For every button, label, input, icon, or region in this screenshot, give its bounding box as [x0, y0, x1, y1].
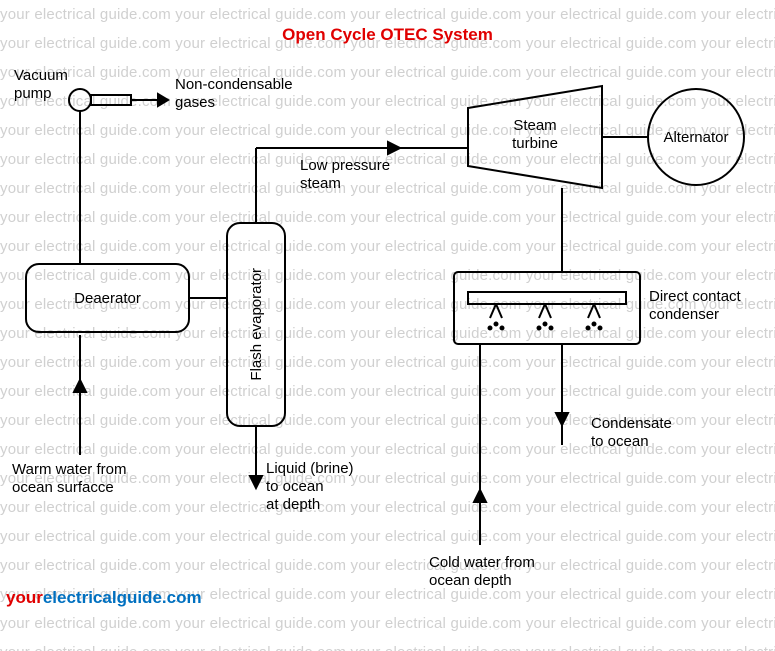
svg-text:Steam: Steam — [513, 117, 556, 134]
diagram-title: Open Cycle OTEC System — [0, 25, 775, 45]
block-deaerator: Deaerator — [25, 263, 190, 333]
svg-text:Alternator: Alternator — [663, 129, 728, 146]
label-warm-water: Warm water from ocean surfacce — [12, 461, 126, 497]
label-direct-contact-condenser: Direct contact condenser — [649, 288, 741, 324]
label-low-pressure-steam: Low pressure steam — [300, 157, 390, 193]
label-liquid-brine: Liquid (brine) to ocean at depth — [266, 460, 354, 514]
site-watermark: yourelectricalguide.com — [6, 588, 202, 608]
site-prefix: your — [6, 588, 43, 607]
label-cold-water: Cold water from ocean depth — [429, 554, 535, 590]
label-vacuum-pump: Vacuum pump — [14, 67, 68, 103]
site-rest: electricalguide.com — [43, 588, 202, 607]
label-non-condensable: Non-condensable gases — [175, 76, 293, 112]
deaerator-text: Deaerator — [74, 290, 141, 307]
flash-evaporator-text: Flash evaporator — [248, 268, 265, 381]
block-flash-evaporator: Flash evaporator — [226, 222, 286, 427]
label-condensate: Condensate to ocean — [591, 415, 672, 451]
svg-text:turbine: turbine — [512, 135, 558, 152]
